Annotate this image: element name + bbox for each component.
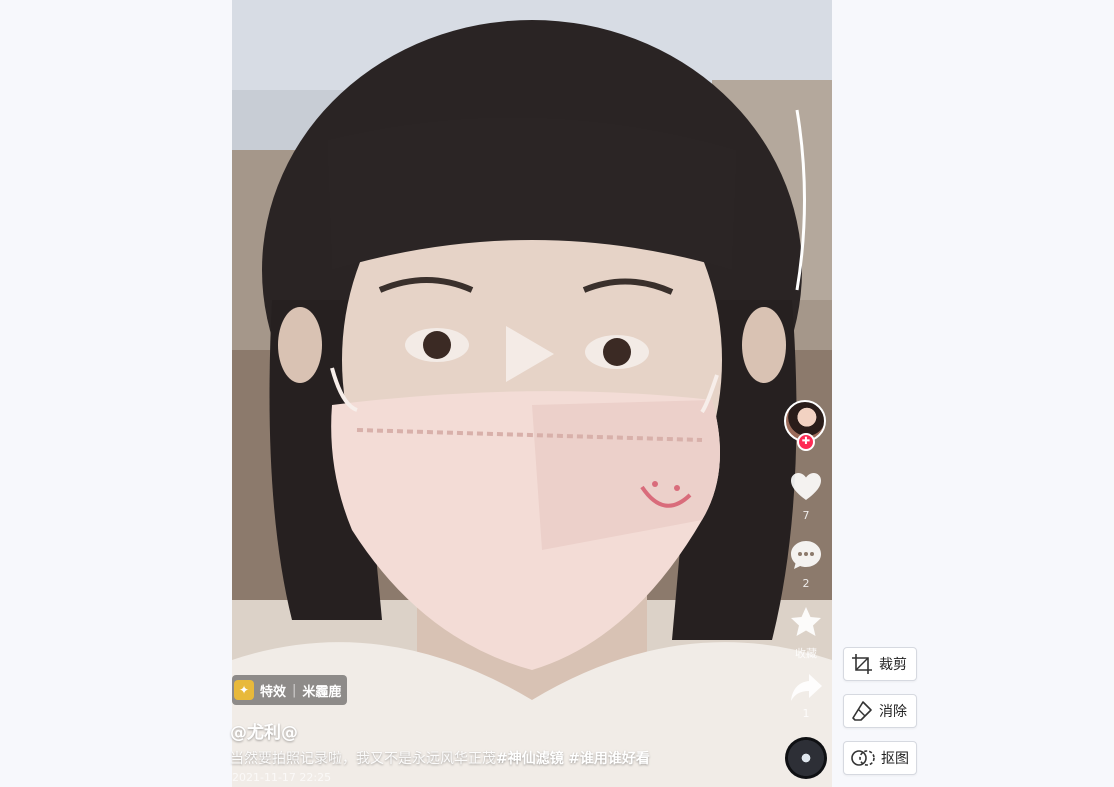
heart-icon[interactable] [789,470,823,504]
star-icon[interactable] [789,605,823,639]
post-timestamp: 2021-11-17 22:25 [232,771,332,784]
video-caption: 当然要拍照记录啦，我又不是永远风华正茂#神仙滤镜 #谁用谁好看 [230,748,790,768]
effect-chip[interactable]: ✦ 特效 | 米霾鹿 [232,675,348,705]
like-count: 7 [802,509,810,522]
crop-label: 裁剪 [879,657,907,673]
crop-button[interactable]: 裁剪 [843,647,917,681]
erase-label: 消除 [879,704,907,720]
effect-label: 特效 [260,684,287,700]
author-name[interactable]: @尤利@ [230,718,298,743]
cutout-label: 抠图 [881,751,909,767]
follow-badge[interactable]: ✚ [797,433,815,451]
crop-icon [852,654,872,674]
video-frame-image [232,0,832,787]
share-count: 1 [802,707,810,720]
sparkle-icon: ✦ [234,680,254,700]
caption-text: 当然要拍照记录啦，我又不是永远风华正茂 [230,751,496,767]
hashtag-link[interactable]: #神仙滤镜 [496,751,564,767]
hashtag-link[interactable]: #谁用谁好看 [568,751,650,767]
video-player[interactable] [232,0,832,787]
favorite-label: 收藏 [795,647,817,660]
cutout-button[interactable]: 抠图 [843,741,917,775]
erase-button[interactable]: 消除 [843,694,917,728]
comment-count: 2 [802,577,810,590]
music-disc[interactable] [785,737,827,779]
eraser-icon [852,701,872,721]
play-icon[interactable] [500,322,558,386]
effect-divider: | [292,682,297,698]
share-icon[interactable] [789,670,823,704]
effect-name: 米霾鹿 [302,684,342,700]
cutout-icon [851,750,875,766]
comment-icon[interactable] [789,538,823,572]
